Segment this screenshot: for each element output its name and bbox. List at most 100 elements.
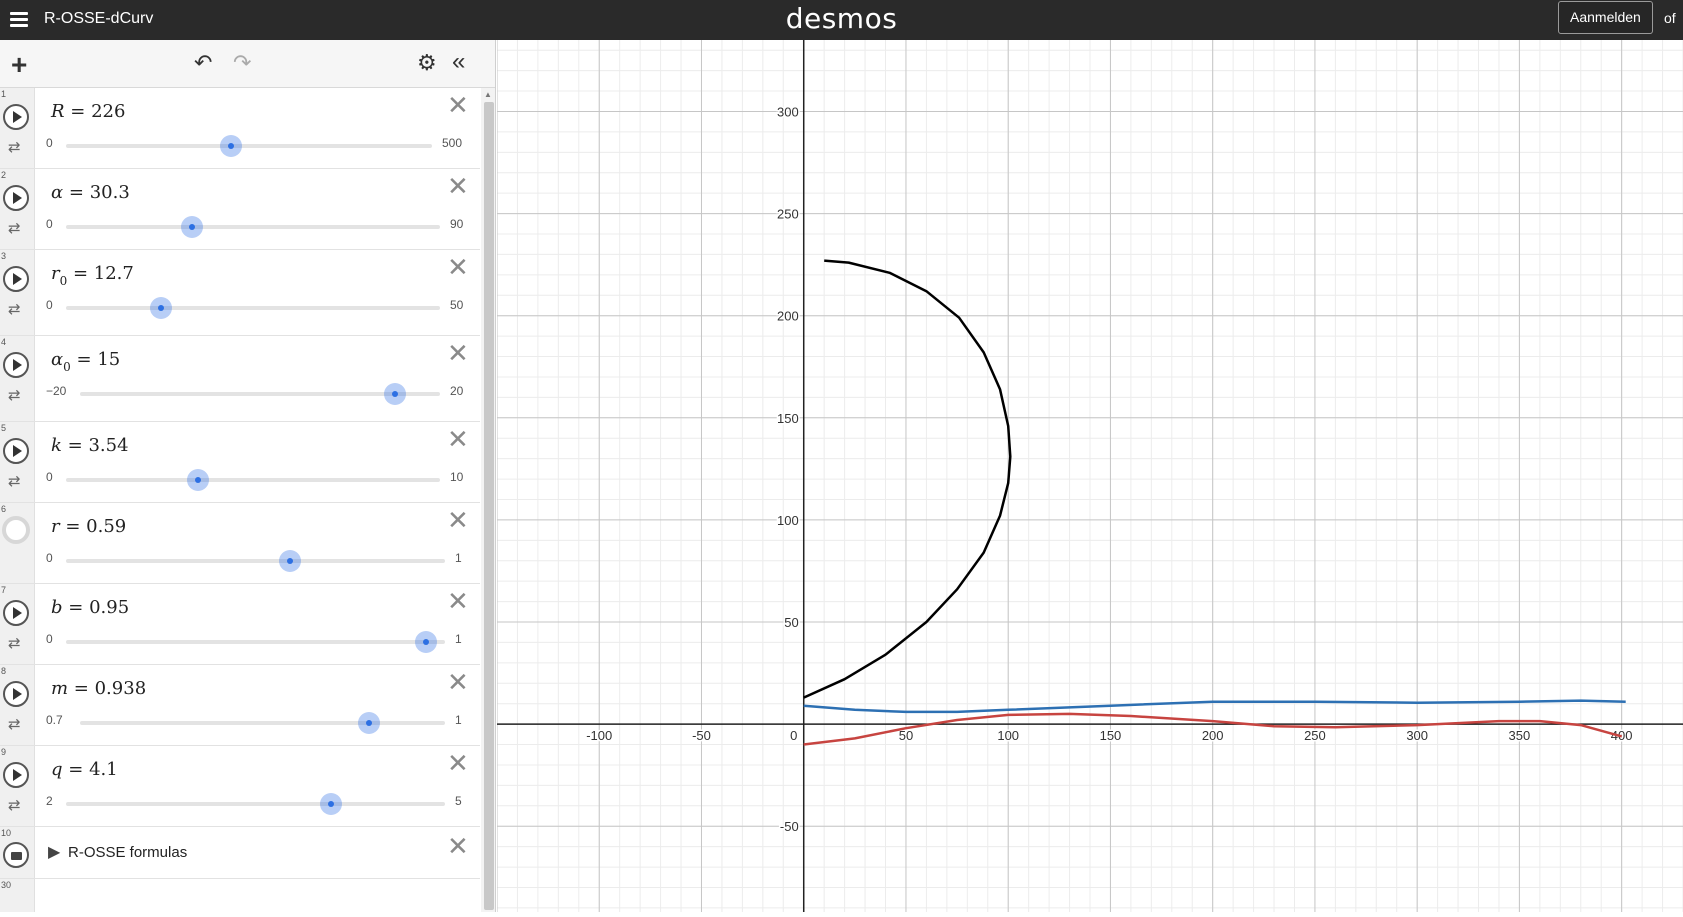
slider-handle[interactable] [149,297,172,319]
expression-row[interactable]: 4 ⇄ α0 = 15 ✕ −20 20 [0,336,480,422]
loop-icon[interactable]: ⇄ [8,219,21,237]
slider-handle[interactable] [220,135,243,157]
graph-canvas[interactable]: -100 -50 0 50 100 150 200 250 300 350 400300250200… [496,40,1683,912]
graph-paper[interactable]: -100 -50 0 50 100 150 200 250 300 350 400 300 250 200… [496,40,1683,912]
expression-row[interactable]: 6 r = 0.59 ✕ 0 1 [0,503,480,584]
menu-icon[interactable] [10,9,28,31]
slider-max[interactable]: 20 [450,384,463,398]
slider-handle[interactable] [384,383,406,405]
expression-formula[interactable]: r0 = 12.7 [51,263,134,288]
slider-handle[interactable] [320,793,343,815]
slider-min[interactable]: 0 [46,470,53,484]
close-icon[interactable]: ✕ [447,750,469,776]
loop-icon[interactable]: ⇄ [8,715,21,733]
loop-icon[interactable]: ⇄ [8,138,21,156]
expression-row[interactable]: 1 ⇄ R = 226 ✕ 0 500 [0,88,480,169]
scroll-up-icon[interactable]: ▲ [484,90,492,99]
slider-min[interactable]: 0 [46,217,53,231]
slider-max[interactable]: 5 [455,794,462,808]
plus-icon[interactable]: + [11,51,27,79]
expression-row[interactable]: 3 ⇄ r0 = 12.7 ✕ 0 50 [0,250,480,336]
expression-formula[interactable]: α0 = 15 [51,349,120,374]
double-chevron-left-icon[interactable]: « [452,50,465,74]
login-button[interactable]: Aanmelden [1558,1,1653,34]
play-icon[interactable] [3,266,29,292]
expression-formula[interactable]: R = 226 [51,101,125,122]
play-icon[interactable] [3,352,29,378]
slider-min[interactable]: 2 [46,794,53,808]
slider-track[interactable] [66,297,440,319]
slider-min[interactable]: −20 [46,384,66,398]
hidden-circle-icon[interactable] [2,516,30,544]
expression-row[interactable]: 2 ⇄ α = 30.3 ✕ 0 90 [0,169,480,250]
redo-icon[interactable]: ↷ [233,52,251,74]
slider-max[interactable]: 1 [455,713,462,727]
expression-row[interactable]: 8 ⇄ m = 0.938 ✕ 0.7 1 [0,665,480,746]
expression-formula[interactable]: r = 0.59 [51,516,126,537]
graph-title[interactable]: R-OSSE-dCurv [44,10,153,28]
slider-track[interactable] [66,469,440,491]
close-icon[interactable]: ✕ [447,833,469,859]
slider-max[interactable]: 50 [450,298,463,312]
expression-formula[interactable]: k = 3.54 [51,435,129,456]
loop-icon[interactable]: ⇄ [8,300,21,318]
play-icon[interactable] [3,104,29,130]
expression-row[interactable]: 5 ⇄ k = 3.54 ✕ 0 10 [0,422,480,503]
close-icon[interactable]: ✕ [447,507,469,533]
slider-min[interactable]: 0 [46,551,53,565]
loop-icon[interactable]: ⇄ [8,634,21,652]
slider-max[interactable]: 1 [455,632,462,646]
slider-min[interactable]: 0 [46,632,53,646]
folder-icon[interactable] [3,842,29,868]
slider-track[interactable] [80,383,440,405]
loop-icon[interactable]: ⇄ [8,796,21,814]
close-icon[interactable]: ✕ [447,426,469,452]
expression-row[interactable]: 7 ⇄ b = 0.95 ✕ 0 1 [0,584,480,665]
play-icon[interactable] [3,681,29,707]
close-icon[interactable]: ✕ [447,173,469,199]
expression-formula[interactable]: b = 0.95 [51,597,129,618]
loop-icon[interactable]: ⇄ [8,386,21,404]
close-icon[interactable]: ✕ [447,340,469,366]
slider-handle[interactable] [415,631,438,653]
undo-icon[interactable]: ↶ [194,52,212,74]
slider-track[interactable] [66,631,445,653]
close-icon[interactable]: ✕ [447,669,469,695]
caret-right-icon[interactable]: ▶ [48,842,60,862]
play-icon[interactable] [3,600,29,626]
slider-track[interactable] [66,550,445,572]
play-icon[interactable] [3,438,29,464]
expression-formula[interactable]: m = 0.938 [51,678,146,699]
new-expression-row[interactable]: 30 [0,879,480,912]
expression-formula[interactable]: q = 4.1 [51,759,118,780]
slider-max[interactable]: 10 [450,470,463,484]
slider-track[interactable] [80,712,445,734]
expression-variable: b [51,597,63,618]
folder-row[interactable]: 10 ▶ R-OSSE formulas ✕ [0,827,480,879]
slider-min[interactable]: 0.7 [46,713,63,727]
play-icon[interactable] [3,185,29,211]
scrollbar-thumb[interactable] [484,102,494,910]
slider-max[interactable]: 500 [442,136,462,150]
slider-handle[interactable] [181,216,204,238]
slider-handle[interactable] [278,550,301,572]
expression-formula[interactable]: α = 30.3 [51,182,130,203]
gear-icon[interactable]: ⚙ [417,52,437,74]
slider-handle[interactable] [358,712,381,734]
slider-handle[interactable] [187,469,210,491]
folder-label[interactable]: R-OSSE formulas [68,844,187,861]
close-icon[interactable]: ✕ [447,92,469,118]
scrollbar[interactable]: ▲ [481,88,495,912]
loop-icon[interactable]: ⇄ [8,472,21,490]
slider-max[interactable]: 1 [455,551,462,565]
slider-track[interactable] [66,793,445,815]
slider-min[interactable]: 0 [46,298,53,312]
slider-track[interactable] [66,135,432,157]
expression-row[interactable]: 9 ⇄ q = 4.1 ✕ 2 5 [0,746,480,827]
slider-max[interactable]: 90 [450,217,463,231]
close-icon[interactable]: ✕ [447,254,469,280]
play-icon[interactable] [3,762,29,788]
close-icon[interactable]: ✕ [447,588,469,614]
slider-min[interactable]: 0 [46,136,53,150]
slider-track[interactable] [66,216,440,238]
